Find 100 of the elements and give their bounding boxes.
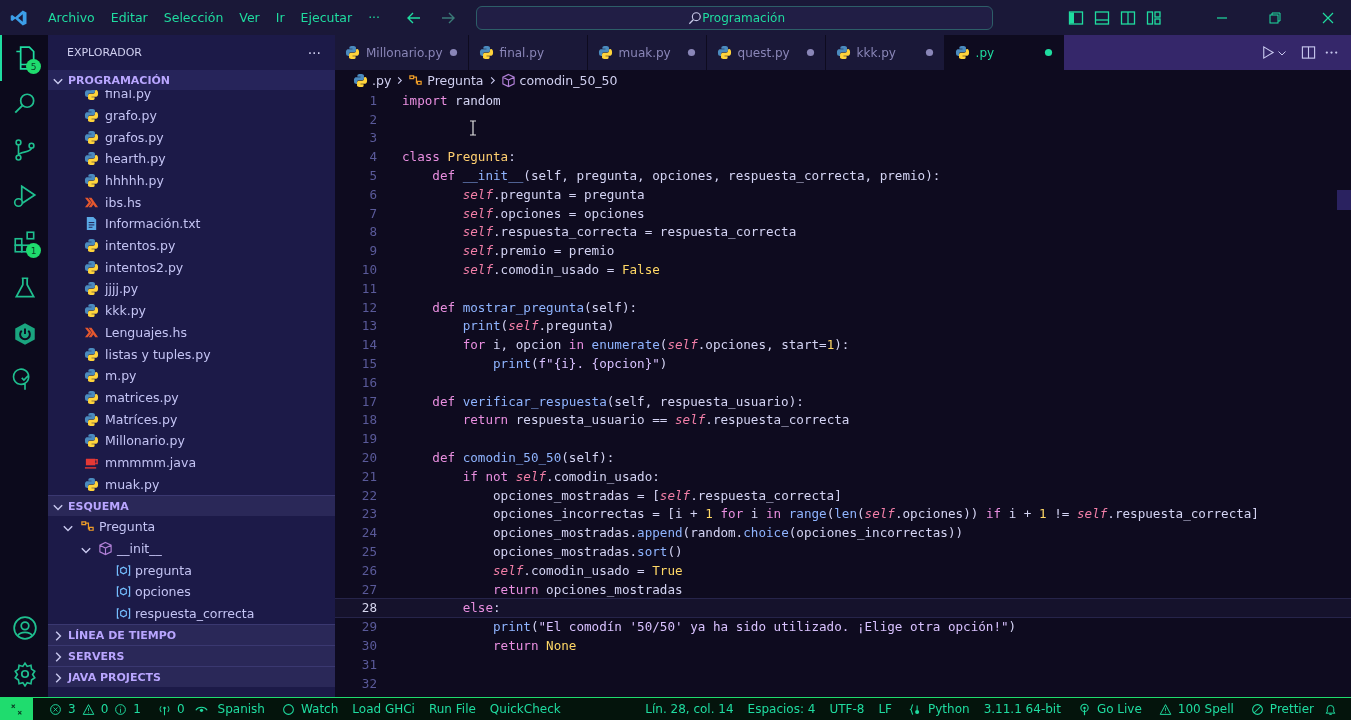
file-item[interactable]: Información.txt bbox=[105, 216, 201, 232]
editor-tab[interactable]: quest.py bbox=[706, 35, 826, 70]
breadcrumb-item[interactable]: Pregunta bbox=[427, 72, 484, 88]
outline-item[interactable]: __init__ bbox=[117, 541, 162, 557]
code-line: self.comodin_usado = True bbox=[492, 562, 683, 578]
file-item[interactable]: kkk.py bbox=[105, 303, 147, 319]
editor-tab[interactable]: final.py bbox=[468, 35, 588, 70]
line-number: 3 bbox=[368, 130, 377, 146]
status-item[interactable]: QuickCheck bbox=[482, 702, 568, 716]
file-item[interactable]: Millonario.py bbox=[105, 433, 185, 449]
ports-status[interactable]: 0 bbox=[147, 702, 192, 716]
menu-item[interactable]: Ir bbox=[267, 10, 293, 25]
status-item[interactable]: Lín. 28, col. 14 bbox=[638, 702, 741, 716]
prettier-status[interactable]: Prettier bbox=[1240, 702, 1321, 716]
customize-layout-icon[interactable] bbox=[1146, 9, 1162, 26]
editor-tab[interactable]: muak.py bbox=[587, 35, 707, 70]
unsaved-dot-icon bbox=[1043, 48, 1053, 57]
file-item[interactable]: Matríces.py bbox=[105, 411, 178, 427]
status-item[interactable]: 3.11.1 64-bit bbox=[976, 702, 1068, 716]
cube-icon bbox=[98, 541, 113, 557]
python-icon bbox=[84, 151, 99, 167]
branch-icon[interactable] bbox=[12, 137, 38, 163]
outline-item[interactable]: opciones bbox=[135, 584, 191, 600]
code-line: print(f"{i}. {opcion}") bbox=[492, 356, 668, 372]
menu-item[interactable]: Selección bbox=[155, 10, 232, 25]
warning-icon bbox=[1158, 702, 1172, 716]
split-layout-icon[interactable] bbox=[1120, 9, 1136, 26]
breadcrumb-item[interactable]: comodin_50_50 bbox=[519, 72, 618, 88]
editor-tab[interactable]: kkk.py bbox=[825, 35, 945, 70]
file-item[interactable]: hearth.py bbox=[105, 151, 166, 167]
line-number: 20 bbox=[360, 450, 377, 466]
problems-status[interactable]: 3 0 1 bbox=[39, 702, 148, 716]
status-item[interactable]: LF bbox=[871, 702, 899, 716]
account-icon[interactable] bbox=[12, 615, 38, 641]
unsaved-dot-icon bbox=[924, 48, 934, 57]
file-item[interactable]: muak.py bbox=[105, 476, 160, 492]
watch-status[interactable]: Watch bbox=[271, 702, 346, 716]
split-editor-icon[interactable] bbox=[1301, 45, 1316, 60]
bell-icon[interactable] bbox=[1324, 702, 1337, 716]
file-item[interactable]: ibs.hs bbox=[105, 194, 142, 210]
language-status[interactable]: Python bbox=[899, 702, 977, 716]
menu-item[interactable]: Ejecutar bbox=[292, 10, 361, 25]
file-item[interactable]: matrices.py bbox=[105, 389, 179, 405]
code-line: import random bbox=[402, 92, 501, 108]
code-line: def __init__(self, pregunta, opciones, respuesta_correcta, premio): bbox=[431, 168, 941, 184]
status-item[interactable]: UTF-8 bbox=[822, 702, 872, 716]
status-item[interactable]: Espacios: 4 bbox=[740, 702, 823, 716]
menu-item[interactable]: ··· bbox=[360, 10, 389, 25]
file-item[interactable]: intentos2.py bbox=[105, 259, 184, 275]
panel-layout-icon[interactable] bbox=[1094, 9, 1110, 26]
python-icon bbox=[84, 238, 99, 254]
menu-item[interactable]: Ver bbox=[231, 10, 268, 25]
file-item[interactable]: intentos.py bbox=[105, 238, 176, 254]
outline-item[interactable]: pregunta bbox=[135, 562, 192, 578]
spell-status[interactable]: 100 Spell bbox=[1148, 702, 1241, 716]
restore-icon[interactable] bbox=[1267, 9, 1283, 26]
flask-icon[interactable] bbox=[12, 275, 38, 301]
code-line: def mostrar_pregunta(self): bbox=[431, 299, 638, 315]
outline-item[interactable]: respuesta_correcta bbox=[135, 606, 255, 622]
python-icon bbox=[597, 45, 613, 60]
python-icon bbox=[835, 45, 851, 60]
menu-item[interactable]: Editar bbox=[102, 10, 156, 25]
line-number: 30 bbox=[360, 638, 377, 653]
code-line: return None bbox=[492, 638, 577, 653]
status-item[interactable]: Spanish bbox=[210, 702, 272, 716]
run-icon[interactable] bbox=[1260, 45, 1275, 60]
status-item[interactable]: Load GHCi bbox=[345, 702, 422, 716]
file-item[interactable]: Lenguajes.hs bbox=[105, 324, 187, 340]
line-number: 4 bbox=[368, 149, 377, 165]
file-item[interactable]: mmmmm.java bbox=[105, 454, 197, 470]
python-icon bbox=[84, 389, 99, 405]
line-number: 16 bbox=[360, 374, 377, 390]
code-line: return opciones_mostradas bbox=[492, 581, 683, 597]
python-icon bbox=[84, 476, 99, 492]
outline-item[interactable]: Pregunta bbox=[99, 519, 156, 535]
code-line: opciones_mostradas.sort() bbox=[492, 544, 683, 559]
file-item[interactable]: jjjj.py bbox=[105, 281, 139, 297]
command-center-field[interactable]: Programación bbox=[476, 5, 994, 30]
power-icon[interactable] bbox=[12, 321, 38, 347]
settings-icon[interactable] bbox=[12, 661, 38, 687]
editor-tab[interactable]: .py bbox=[944, 35, 1064, 70]
menu-item[interactable]: Archivo bbox=[40, 10, 103, 25]
line-number: 13 bbox=[360, 318, 377, 334]
section-header[interactable]: ESQUEMA bbox=[68, 499, 129, 513]
breadcrumb-item[interactable]: .py bbox=[372, 72, 392, 88]
file-item[interactable]: grafo.py bbox=[105, 107, 157, 123]
go-live-button[interactable]: Go Live bbox=[1067, 702, 1149, 716]
run-debug-icon[interactable] bbox=[12, 183, 38, 209]
more-actions-button[interactable]: ··· bbox=[307, 44, 321, 61]
file-item[interactable]: hhhhh.py bbox=[105, 173, 164, 189]
sidebar-layout-icon[interactable] bbox=[1068, 9, 1084, 26]
editor-tab[interactable]: Millonario.py bbox=[335, 35, 469, 70]
code-line: print(self.pregunta) bbox=[461, 318, 615, 334]
variable-icon bbox=[116, 606, 131, 622]
file-item[interactable]: m.py bbox=[105, 368, 137, 384]
line-number: 17 bbox=[360, 393, 377, 409]
status-item[interactable]: Run File bbox=[421, 702, 483, 716]
section-header[interactable]: SERVERS bbox=[68, 649, 125, 663]
file-item[interactable]: grafos.py bbox=[105, 129, 164, 145]
file-item[interactable]: listas y tuples.py bbox=[105, 346, 211, 362]
